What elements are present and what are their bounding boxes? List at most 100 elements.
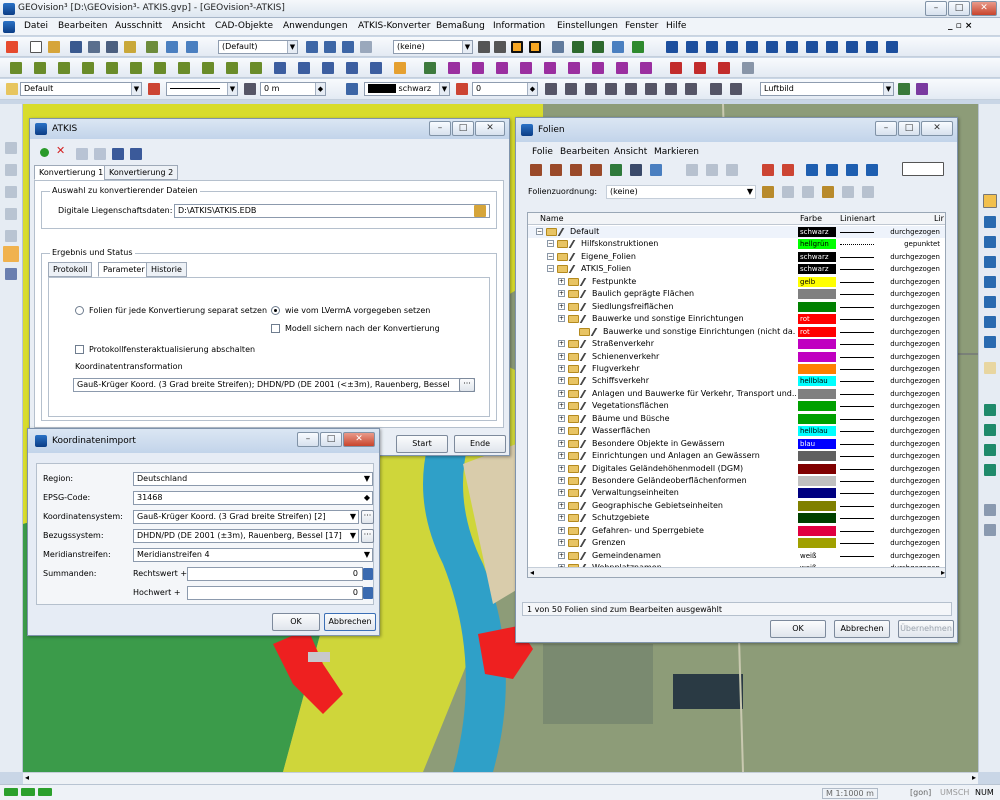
save-all-icon[interactable] bbox=[88, 41, 100, 53]
folien-row[interactable]: + Straßenverkehr durchgezogen bbox=[528, 338, 945, 350]
tool-icon-3[interactable] bbox=[585, 83, 597, 95]
folien-titlebar[interactable]: Folien – □ ✕ bbox=[516, 118, 957, 142]
zoom-all-icon[interactable] bbox=[984, 276, 996, 288]
info-icon-1[interactable] bbox=[666, 41, 678, 53]
expand-toggle-icon[interactable]: + bbox=[558, 439, 565, 447]
info-icon-10[interactable] bbox=[846, 41, 858, 53]
expand-toggle-icon[interactable]: + bbox=[558, 402, 565, 410]
folie-color-swatch[interactable]: hellgrün bbox=[798, 239, 836, 250]
folie-linestyle-cell[interactable]: durchgezogen bbox=[840, 252, 940, 262]
folien-row[interactable]: + Geographische Gebietseinheiten durchgezo… bbox=[528, 500, 945, 512]
zoom-next-icon[interactable] bbox=[984, 316, 996, 328]
grid-icon[interactable] bbox=[592, 41, 604, 53]
mirror-icon[interactable] bbox=[544, 62, 556, 74]
koord-close-button[interactable]: ✕ bbox=[343, 432, 375, 447]
minimize-button[interactable]: – bbox=[925, 1, 947, 16]
koord-cancel-button[interactable]: Abbrechen bbox=[324, 613, 376, 631]
folie-color-swatch[interactable] bbox=[798, 339, 836, 350]
folien-row[interactable]: + Bäume und Büsche durchgezogen bbox=[528, 413, 945, 425]
join-icon[interactable] bbox=[640, 62, 652, 74]
folien-row[interactable]: + Digitales Geländehöhenmodell (DGM) durch… bbox=[528, 463, 945, 475]
object-icon[interactable] bbox=[306, 41, 318, 53]
folien-menu-folie[interactable]: Folie bbox=[532, 147, 553, 157]
info-icon-4[interactable] bbox=[726, 41, 738, 53]
background-select[interactable]: Luftbild ▼ bbox=[760, 82, 894, 96]
folien-row[interactable]: + Baulich geprägte Flächen durchgezogen bbox=[528, 288, 945, 300]
folie-color-swatch[interactable] bbox=[798, 451, 836, 462]
circle-icon[interactable] bbox=[130, 62, 142, 74]
folie-color-swatch[interactable] bbox=[798, 488, 836, 499]
undo-icon[interactable] bbox=[742, 62, 754, 74]
tool-icon-6[interactable] bbox=[645, 83, 657, 95]
folien-sort-icon[interactable] bbox=[762, 164, 774, 176]
measure-icon[interactable] bbox=[552, 41, 564, 53]
cross-icon[interactable] bbox=[478, 41, 490, 53]
tab-protokoll[interactable]: Protokoll bbox=[48, 262, 93, 277]
folie-linestyle-cell[interactable]: gepunktet bbox=[840, 239, 940, 249]
folie-linestyle-cell[interactable]: durchgezogen bbox=[840, 314, 940, 324]
side-tool-3[interactable] bbox=[5, 186, 17, 198]
folie-linestyle-cell[interactable]: durchgezogen bbox=[840, 526, 940, 536]
folie-color-swatch[interactable] bbox=[798, 413, 836, 424]
folien-paste-icon[interactable] bbox=[726, 164, 738, 176]
open-icon[interactable] bbox=[48, 41, 60, 53]
move-icon[interactable] bbox=[472, 62, 484, 74]
transform-field[interactable]: Gauß-Krüger Koord. (3 Grad breite Streif… bbox=[73, 378, 475, 392]
expand-toggle-icon[interactable]: + bbox=[558, 539, 565, 547]
folien-maximize-button[interactable]: □ bbox=[898, 121, 920, 136]
bezug-select[interactable]: DHDN/PD (DE 2001 (±3m), Rauenberg, Besse… bbox=[133, 529, 359, 543]
nav-icon-3[interactable] bbox=[984, 444, 996, 456]
select-icon[interactable] bbox=[494, 41, 506, 53]
menu-atkis-konverter[interactable]: ATKIS-Konverter bbox=[358, 21, 430, 31]
transform-more-button[interactable]: ··· bbox=[459, 378, 475, 392]
image-icon[interactable] bbox=[370, 62, 382, 74]
linewidth-field[interactable]: 0 m ◆ bbox=[260, 82, 326, 96]
close-button[interactable]: ✕ bbox=[971, 1, 997, 16]
zuordnung-icon-4[interactable] bbox=[822, 186, 834, 198]
folie-linestyle-cell[interactable]: durchgezogen bbox=[840, 451, 940, 461]
zuordnung-icon-1[interactable] bbox=[762, 186, 774, 198]
zuordnung-select[interactable]: (keine) ▼ bbox=[606, 185, 756, 199]
folien-cancel-button[interactable]: Abbrechen bbox=[834, 620, 890, 638]
print-icon[interactable] bbox=[106, 41, 118, 53]
expand-toggle-icon[interactable]: + bbox=[558, 315, 565, 323]
folien-filter-icon[interactable] bbox=[782, 164, 794, 176]
nav-icon-2[interactable] bbox=[984, 424, 996, 436]
folder-icon[interactable] bbox=[394, 62, 406, 74]
col-name[interactable]: Name bbox=[540, 214, 564, 223]
folie-color-swatch[interactable] bbox=[798, 301, 836, 312]
color-select[interactable]: schwarz ▼ bbox=[364, 82, 450, 96]
redraw-icon[interactable] bbox=[984, 336, 996, 348]
expand-toggle-icon[interactable]: + bbox=[558, 452, 565, 460]
layer-select[interactable]: (keine) ▼ bbox=[393, 40, 473, 54]
folien-edit-icon[interactable] bbox=[846, 164, 858, 176]
meridian-select[interactable]: Meridianstreifen 4 ▼ bbox=[133, 548, 373, 562]
hoch-calc-icon[interactable] bbox=[363, 587, 373, 599]
folien-row[interactable]: + Wasserflächen hellblau durchgezogen bbox=[528, 425, 945, 437]
add-icon[interactable] bbox=[40, 148, 49, 157]
folien-row[interactable]: Bauwerke und sonstige Einrichtungen (nic… bbox=[528, 326, 945, 338]
folien-row[interactable]: + Flugverkehr durchgezogen bbox=[528, 363, 945, 375]
folien-export-icon[interactable] bbox=[650, 164, 662, 176]
folien-row[interactable]: − Hilfskonstruktionen hellgrün gepunktet bbox=[528, 238, 945, 250]
folie-linestyle-cell[interactable]: durchgezogen bbox=[840, 376, 940, 386]
menu-ausschnitt[interactable]: Ausschnitt bbox=[115, 21, 162, 31]
expand-toggle-icon[interactable]: + bbox=[558, 514, 565, 522]
nav-icon-5[interactable] bbox=[984, 504, 996, 516]
folien-row[interactable]: + Verwaltungseinheiten durchgezogen bbox=[528, 487, 945, 499]
folie-color-swatch[interactable] bbox=[798, 525, 836, 536]
side-tool-1[interactable] bbox=[5, 142, 17, 154]
zuordnung-icon-6[interactable] bbox=[862, 186, 874, 198]
folie-color-swatch[interactable]: rot bbox=[798, 314, 836, 325]
folie-color-swatch[interactable]: rot bbox=[798, 326, 836, 337]
folien-row[interactable]: + Anlagen und Bauwerke für Verkehr, Trans… bbox=[528, 388, 945, 400]
trim-icon[interactable] bbox=[568, 62, 580, 74]
menu-information[interactable]: Information bbox=[493, 21, 545, 31]
expand-toggle-icon[interactable]: + bbox=[558, 377, 565, 385]
folie-linestyle-cell[interactable]: durchgezogen bbox=[840, 302, 940, 312]
tool-icon-4[interactable] bbox=[605, 83, 617, 95]
lock-icon[interactable] bbox=[360, 41, 372, 53]
folie-color-swatch[interactable]: hellblau bbox=[798, 376, 836, 387]
expand-toggle-icon[interactable]: + bbox=[558, 489, 565, 497]
raster-icon[interactable] bbox=[898, 83, 910, 95]
